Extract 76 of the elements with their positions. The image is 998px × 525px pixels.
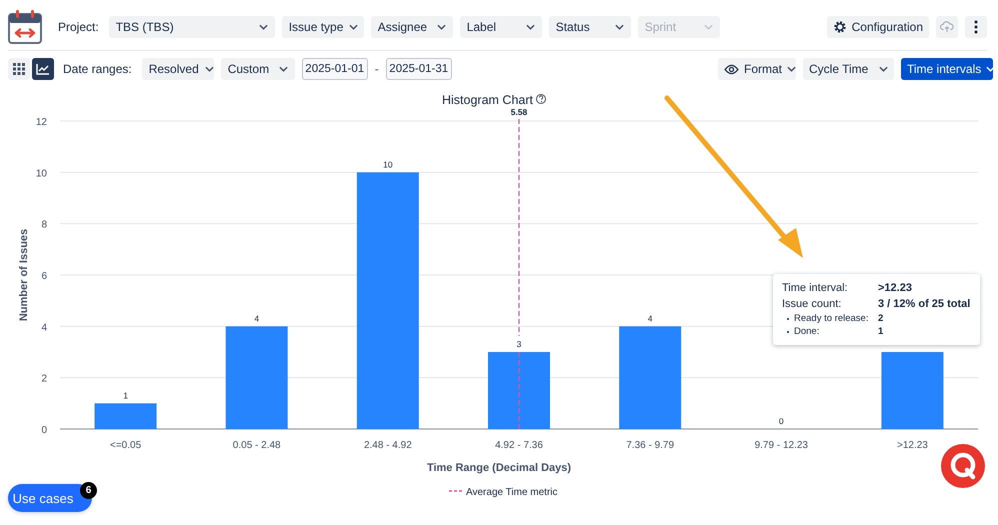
help-icon: [536, 94, 546, 104]
y-axis-title: Number of Issues: [18, 228, 30, 322]
metric-dropdown[interactable]: Cycle Time: [803, 58, 894, 80]
x-tick-label: 4.92 - 7.36: [495, 440, 543, 451]
tooltip-value: 2: [878, 312, 884, 325]
grid-view-button[interactable]: [8, 58, 30, 80]
x-tick-label: 7.36 - 9.79: [626, 440, 674, 451]
line-chart-icon: [36, 63, 50, 75]
end-date-field[interactable]: 2025-01-31: [386, 58, 452, 80]
filter-dropdown[interactable]: Assignee: [370, 16, 453, 38]
x-axis-title: Time Range (Decimal Days): [426, 462, 572, 474]
more-button[interactable]: [965, 16, 987, 38]
chevron-icon: [879, 66, 888, 72]
y-tick-label: 10: [36, 168, 47, 180]
chevron-icon: [278, 66, 288, 72]
tooltip-value: 1: [878, 325, 884, 338]
project-label: Project:: [58, 20, 99, 34]
x-tick-label: 0.05 - 2.48: [232, 440, 281, 451]
eye-icon: [724, 64, 739, 74]
tooltip-label: Time interval:: [782, 281, 849, 296]
x-tick-label: 2.48 - 4.92: [364, 440, 412, 451]
filter-dropdown[interactable]: Issue type: [282, 16, 364, 38]
chat-logo[interactable]: [941, 444, 985, 488]
chevron-icon: [986, 66, 996, 72]
configuration-button[interactable]: Configuration: [826, 16, 929, 38]
calendar-logo: [8, 10, 42, 44]
y-tick-label: 4: [41, 322, 47, 334]
settings-icon: [832, 20, 847, 34]
filter-dropdown[interactable]: TBS (TBS): [108, 16, 275, 38]
x-tick-label: >12.23: [897, 440, 928, 451]
chevron-icon: [204, 66, 214, 72]
tooltip-label: Issue count:: [782, 297, 842, 312]
legend-label: Average Time metric: [466, 487, 558, 498]
y-tick-label: 12: [36, 117, 47, 128]
date-type-dropdown[interactable]: Resolved: [142, 58, 214, 80]
bar-value-label: 4: [254, 313, 260, 324]
histogram-bar[interactable]: [226, 326, 288, 429]
tooltip-value: >12.23: [878, 281, 912, 296]
y-tick-label: 2: [41, 374, 47, 385]
chevron-icon: [614, 24, 624, 30]
chevron-icon: [349, 24, 358, 30]
tooltip-label: Ready to release:: [782, 312, 878, 325]
bar-value-label: 3: [516, 339, 522, 349]
chevron-icon: [787, 66, 796, 72]
chevron-icon: [526, 24, 535, 30]
tooltip-value: 3 / 12% of 25 total: [878, 297, 970, 312]
chevron-icon: [704, 24, 713, 30]
x-tick-label: 9.79 - 12.23: [754, 440, 808, 451]
histogram-bar[interactable]: [94, 403, 157, 429]
start-date-field[interactable]: 2025-01-01: [302, 58, 368, 80]
date-ranges-label: Date ranges:: [63, 62, 132, 76]
bar-value-label: 4: [648, 313, 652, 324]
date-separator: -: [374, 62, 379, 76]
y-tick-label: 8: [41, 220, 47, 231]
chevron-icon: [436, 24, 446, 30]
more-icon: [974, 20, 978, 34]
histogram-bar[interactable]: [619, 326, 682, 429]
bar-value-label: 10: [383, 159, 393, 170]
chevron-icon: [258, 24, 268, 30]
filter-dropdown[interactable]: Status: [548, 16, 631, 38]
x-tick-label: <=0.05: [110, 440, 142, 451]
y-tick-label: 6: [41, 271, 47, 282]
date-mode-dropdown[interactable]: Custom: [220, 58, 295, 80]
chart-view-button[interactable]: [32, 58, 54, 80]
grid-icon: [13, 63, 25, 75]
time-intervals-button[interactable]: Time intervals: [901, 58, 993, 80]
cloud-upload-icon: [940, 21, 954, 33]
chart-title: Histogram Chart: [442, 93, 533, 107]
bar-value-label: 1: [123, 390, 128, 400]
tooltip-label: Done:: [782, 325, 878, 338]
filter-dropdown[interactable]: Label: [460, 16, 542, 38]
y-tick-label: 0: [41, 425, 47, 436]
bar-value-label: 0: [778, 416, 784, 426]
format-button[interactable]: Format: [718, 58, 796, 80]
average-value-label: 5.58: [510, 107, 528, 117]
count-badge: 6: [80, 482, 97, 499]
